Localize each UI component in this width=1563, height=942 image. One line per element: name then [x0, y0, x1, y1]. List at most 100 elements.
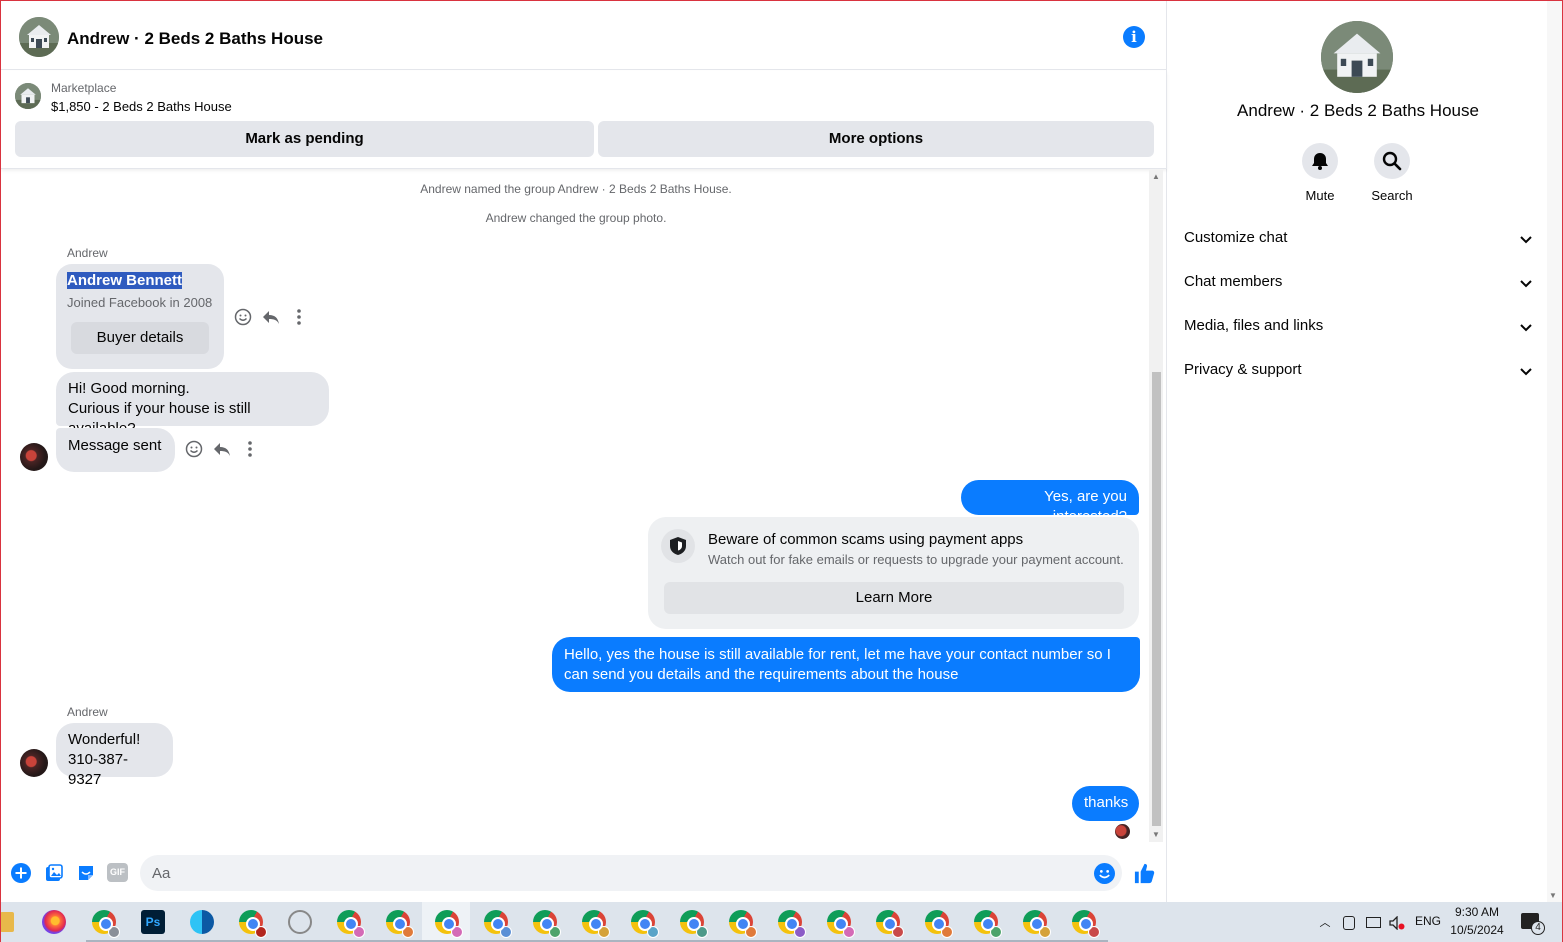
react-icon[interactable] — [184, 439, 204, 459]
like-icon[interactable] — [1133, 862, 1156, 885]
section-media-files[interactable]: Media, files and links — [1184, 309, 1534, 345]
chrome-icon[interactable] — [239, 910, 267, 938]
message-text: Wonderful! — [68, 731, 141, 748]
mark-pending-button[interactable]: Mark as pending — [15, 121, 594, 157]
chrome-icon[interactable] — [386, 910, 414, 938]
group-avatar[interactable] — [19, 17, 59, 57]
user-avatar[interactable] — [20, 749, 48, 777]
scroll-thumb[interactable] — [1152, 372, 1161, 826]
message-text: 310-387-9327 — [68, 751, 129, 788]
chrome-icon[interactable] — [582, 910, 610, 938]
network-icon[interactable] — [1366, 917, 1381, 928]
system-message: Andrew changed the group photo. — [485, 211, 667, 225]
chrome-icon[interactable] — [484, 910, 512, 938]
emoji-icon[interactable] — [1094, 863, 1115, 884]
chevron-down-icon — [1520, 368, 1532, 376]
marketplace-label: Marketplace — [51, 81, 117, 95]
buyer-details-button[interactable]: Buyer details — [71, 322, 209, 354]
sent-message-bubble: Hello, yes the house is still available … — [552, 637, 1140, 692]
reply-icon[interactable] — [261, 307, 281, 327]
file-explorer-icon[interactable] — [0, 912, 14, 932]
scroll-up-arrow[interactable]: ▲ — [1149, 170, 1163, 184]
chrome-icon[interactable] — [876, 910, 904, 938]
sticker-icon[interactable] — [76, 863, 96, 883]
chrome-icon[interactable] — [729, 910, 757, 938]
marketplace-bar: Marketplace $1,850 - 2 Beds 2 Baths Hous… — [1, 71, 1167, 169]
chrome-icon[interactable] — [533, 910, 561, 938]
shield-icon — [661, 529, 695, 563]
scroll-down-arrow[interactable]: ▼ — [1149, 828, 1163, 842]
read-receipt-avatar — [1115, 824, 1130, 839]
house-photo-icon — [15, 83, 41, 109]
chrome-icon[interactable] — [925, 910, 953, 938]
section-chat-members[interactable]: Chat members — [1184, 265, 1534, 301]
learn-more-button[interactable]: Learn More — [664, 582, 1124, 614]
group-large-avatar[interactable] — [1321, 21, 1393, 93]
section-label: Chat members — [1184, 273, 1283, 290]
chevron-down-icon — [1520, 324, 1532, 332]
edge-icon[interactable] — [190, 910, 214, 934]
notification-center-icon[interactable]: 4 — [1521, 913, 1545, 935]
chevron-down-icon — [1520, 280, 1532, 288]
chrome-icon[interactable] — [680, 910, 708, 938]
message-text: thanks — [1084, 794, 1129, 811]
chrome-icon[interactable] — [1023, 910, 1051, 938]
battery-icon[interactable] — [1343, 916, 1355, 930]
sender-name: Andrew — [67, 705, 108, 719]
windows-taskbar: Ps ︿ ENG 9:30 AM 10/5/2024 4 — [0, 902, 1563, 942]
more-icon[interactable] — [289, 307, 309, 327]
scroll-down-arrow[interactable]: ▼ — [1549, 891, 1557, 900]
section-privacy-support[interactable]: Privacy & support — [1184, 353, 1534, 389]
buyer-joined: Joined Facebook in 2008 — [67, 295, 213, 310]
photoshop-icon[interactable]: Ps — [141, 910, 165, 934]
user-avatar[interactable] — [20, 443, 48, 471]
info-icon[interactable]: i — [1123, 26, 1145, 48]
section-label: Media, files and links — [1184, 317, 1324, 334]
chevron-up-icon[interactable]: ︿ — [1318, 914, 1332, 930]
more-icon[interactable] — [240, 439, 260, 459]
speaker-muted-icon[interactable] — [1389, 915, 1405, 931]
section-customize-chat[interactable]: Customize chat — [1184, 221, 1534, 257]
messenger-app: Andrew · 2 Beds 2 Baths House i Marketpl… — [1, 1, 1562, 902]
app-icon[interactable] — [288, 910, 312, 934]
photo-icon[interactable] — [44, 863, 64, 883]
search-icon — [1382, 151, 1402, 171]
message-text: Hi! Good morning. — [68, 380, 190, 397]
scam-warning-card: Beware of common scams using payment app… — [648, 517, 1139, 629]
chat-title[interactable]: Andrew · 2 Beds 2 Baths House — [67, 29, 323, 49]
chrome-icon[interactable] — [778, 910, 806, 938]
message-list: Andrew named the group Andrew · 2 Beds 2… — [1, 170, 1167, 842]
firefox-icon[interactable] — [42, 910, 66, 934]
warning-body: Watch out for fake emails or requests to… — [708, 552, 1124, 567]
mute-button[interactable]: Mute — [1285, 143, 1355, 203]
chat-panel: Andrew · 2 Beds 2 Baths House i Marketpl… — [1, 1, 1167, 902]
chrome-icon[interactable] — [1072, 910, 1100, 938]
reply-icon[interactable] — [212, 439, 232, 459]
listing-thumbnail[interactable] — [15, 83, 41, 109]
buyer-name[interactable]: Andrew Bennett — [67, 272, 183, 289]
more-options-button[interactable]: More options — [598, 121, 1154, 157]
chat-header: Andrew · 2 Beds 2 Baths House i — [1, 1, 1167, 70]
message-bubble: Hi! Good morning. Curious if your house … — [56, 372, 329, 437]
clock-time[interactable]: 9:30 AM — [1446, 905, 1508, 919]
chrome-icon[interactable] — [827, 910, 855, 938]
chrome-icon[interactable] — [435, 910, 463, 938]
gif-icon[interactable]: GIF — [107, 863, 128, 882]
message-input[interactable] — [140, 855, 1122, 891]
clock-date[interactable]: 10/5/2024 — [1446, 923, 1508, 937]
chat-info-sidebar: Andrew · 2 Beds 2 Baths House Mute Searc… — [1168, 1, 1548, 902]
chrome-icon[interactable] — [974, 910, 1002, 938]
mute-label: Mute — [1305, 188, 1335, 203]
listing-title[interactable]: $1,850 - 2 Beds 2 Baths House — [51, 99, 232, 114]
plus-icon[interactable] — [11, 863, 31, 883]
chrome-icon[interactable] — [92, 910, 120, 938]
sender-name: Andrew — [67, 246, 108, 260]
search-button[interactable]: Search — [1357, 143, 1427, 203]
react-icon[interactable] — [233, 307, 253, 327]
message-text: Hello, yes the house is still available … — [564, 646, 1111, 683]
language-indicator[interactable]: ENG — [1414, 914, 1442, 928]
chrome-icon[interactable] — [631, 910, 659, 938]
page-scrollbar[interactable]: ▼ — [1547, 1, 1562, 902]
chrome-icon[interactable] — [337, 910, 365, 938]
message-scrollbar[interactable]: ▲ ▼ — [1149, 170, 1163, 842]
